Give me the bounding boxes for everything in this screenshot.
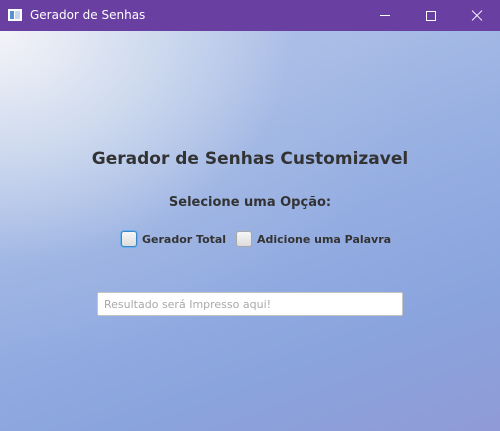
window-title: Gerador de Senhas: [30, 8, 146, 22]
maximize-icon: [426, 10, 436, 21]
close-button[interactable]: [454, 0, 500, 31]
title-bar[interactable]: Gerador de Senhas: [0, 0, 500, 31]
app-window-icon: [8, 9, 22, 21]
gerador-total-label[interactable]: Gerador Total: [142, 233, 226, 246]
gerador-total-checkbox[interactable]: [121, 231, 137, 247]
page-title: Gerador de Senhas Customizavel: [91, 149, 409, 169]
adicione-palavra-label[interactable]: Adicione uma Palavra: [257, 233, 391, 246]
minimize-icon: [380, 15, 390, 16]
app-window: Gerador de Senhas Gerador de Senhas Cust…: [0, 0, 500, 431]
close-icon: [471, 10, 483, 22]
maximize-button[interactable]: [408, 0, 454, 31]
minimize-button[interactable]: [362, 0, 408, 31]
option-gerador-total[interactable]: Gerador Total: [121, 231, 226, 247]
adicione-palavra-checkbox[interactable]: [236, 231, 252, 247]
option-prompt: Selecione uma Opção:: [168, 195, 332, 210]
main-content: Gerador de Senhas Customizavel Selecione…: [0, 31, 500, 431]
option-group: Gerador Total Adicione uma Palavra: [0, 231, 500, 249]
result-field[interactable]: [97, 292, 403, 316]
option-adicione-palavra[interactable]: Adicione uma Palavra: [236, 231, 391, 247]
